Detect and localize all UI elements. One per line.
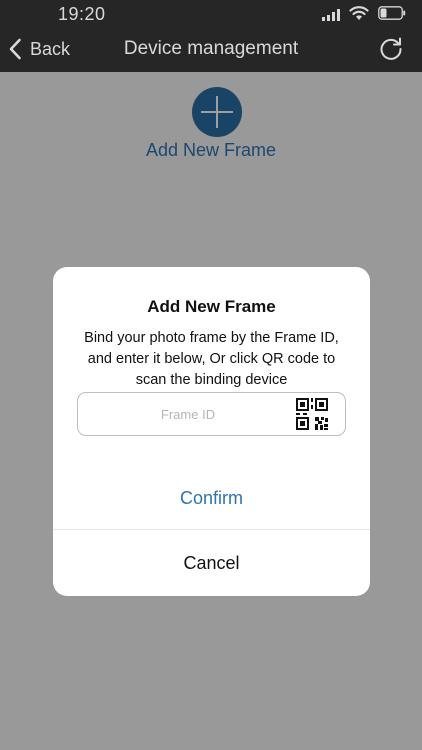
dialog-title: Add New Frame (147, 297, 276, 316)
frame-id-field (77, 392, 346, 436)
confirm-button[interactable]: Confirm (53, 468, 370, 528)
battery-fill (380, 8, 387, 18)
frame-id-input[interactable] (88, 393, 288, 435)
add-frame-dialog: Add New Frame Bind your photo frame by t… (53, 267, 370, 596)
top-bar: 19:20 Back Device management (0, 0, 422, 72)
status-time: 19:20 (58, 4, 106, 24)
back-label: Back (30, 38, 71, 59)
refresh-icon[interactable] (378, 36, 404, 62)
back-button[interactable]: Back (8, 34, 70, 64)
wifi-icon (349, 6, 369, 20)
dialog-message: Bind your photo frame by the Frame ID, a… (84, 330, 339, 388)
device-management-screen: 19:20 Back Device management Add New Fra… (0, 0, 422, 750)
cancel-button[interactable]: Cancel (53, 530, 370, 596)
chevron-left-icon (9, 38, 21, 60)
battery-icon (378, 6, 406, 20)
signal-icon (322, 9, 340, 21)
qr-code-icon[interactable] (295, 397, 329, 431)
